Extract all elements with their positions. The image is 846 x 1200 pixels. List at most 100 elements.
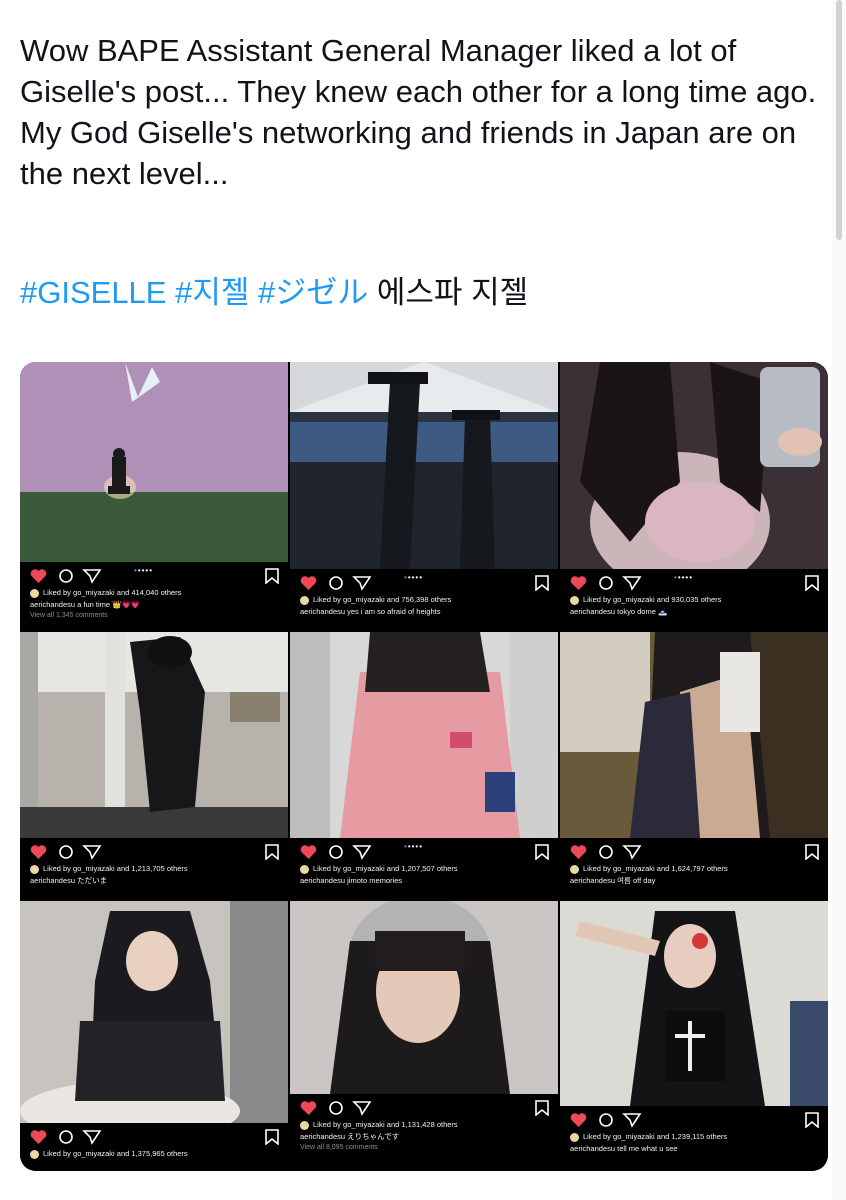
heart-icon bbox=[30, 569, 47, 583]
heart-icon bbox=[300, 576, 317, 590]
heart-icon bbox=[30, 845, 47, 859]
liker-avatar bbox=[30, 864, 39, 874]
instagram-post-8[interactable]: Liked by go_miyazaki and 1,131,428 other… bbox=[290, 901, 558, 1171]
instagram-post-6[interactable]: Liked by go_miyazaki and 1,624,797 other… bbox=[560, 632, 828, 900]
liker-avatar bbox=[300, 595, 309, 605]
liked-by-text: Liked by go_miyazaki and 1,207,507 other… bbox=[313, 864, 458, 873]
post-caption: aerichandesu ただいま bbox=[30, 876, 108, 885]
post-bar-7: Liked by go_miyazaki and 1,375,965 other… bbox=[20, 1123, 288, 1171]
instagram-post-7[interactable]: Liked by go_miyazaki and 1,375,965 other… bbox=[20, 901, 288, 1171]
instagram-post-1[interactable]: ••••• Liked by go_miyazaki and 414,040 o… bbox=[20, 362, 288, 631]
liker-avatar bbox=[570, 1132, 579, 1142]
comment-icon bbox=[599, 576, 613, 590]
scrollbar[interactable] bbox=[832, 0, 846, 1200]
share-icon bbox=[82, 569, 102, 584]
comment-icon bbox=[599, 845, 613, 859]
post-photo-9 bbox=[560, 901, 828, 1106]
liker-avatar bbox=[30, 1149, 39, 1159]
post-bar-1: ••••• Liked by go_miyazaki and 414,040 o… bbox=[20, 562, 288, 631]
instagram-post-2[interactable]: ••••• Liked by go_miyazaki and 756,398 o… bbox=[290, 362, 558, 631]
post-bar-8: Liked by go_miyazaki and 1,131,428 other… bbox=[290, 1094, 558, 1171]
heart-icon bbox=[570, 845, 587, 859]
post-photo-2 bbox=[290, 362, 558, 569]
liked-by-text: Liked by go_miyazaki and 1,375,965 other… bbox=[43, 1149, 188, 1158]
post-actions-1 bbox=[30, 568, 279, 584]
instagram-post-3[interactable]: ••••• Liked by go_miyazaki and 930,035 o… bbox=[560, 362, 828, 631]
hashtag-giselle[interactable]: #GISELLE bbox=[20, 275, 166, 310]
carousel-dots: ••••• bbox=[404, 842, 424, 851]
liked-by-text: Liked by go_miyazaki and 1,131,428 other… bbox=[313, 1120, 458, 1129]
liked-by-text: Liked by go_miyazaki and 930,035 others bbox=[583, 595, 722, 604]
comment-icon bbox=[599, 1113, 613, 1127]
bookmark-icon bbox=[265, 1129, 279, 1145]
bookmark-icon bbox=[535, 575, 549, 591]
tweet-media-grid[interactable]: ••••• Liked by go_miyazaki and 414,040 o… bbox=[20, 362, 828, 1171]
post-bar-4: Liked by go_miyazaki and 1,213,705 other… bbox=[20, 838, 288, 900]
bookmark-icon bbox=[535, 844, 549, 860]
heart-icon bbox=[570, 1113, 587, 1127]
heart-icon bbox=[300, 845, 317, 859]
post-photo-4 bbox=[20, 632, 288, 838]
liker-avatar bbox=[570, 595, 579, 605]
post-photo-6 bbox=[560, 632, 828, 838]
bookmark-icon bbox=[805, 1112, 819, 1128]
share-icon bbox=[82, 1130, 102, 1145]
tweet-hashtags: #GISELLE #지젤 #ジゼル 에스파 지젤 bbox=[20, 272, 830, 313]
share-icon bbox=[352, 576, 372, 591]
carousel-dots: ••••• bbox=[674, 573, 694, 582]
carousel-dots: ••••• bbox=[134, 566, 154, 575]
post-photo-5 bbox=[290, 632, 558, 838]
hashtag-trailing-text: 에스파 지젤 bbox=[376, 275, 529, 310]
comment-icon bbox=[329, 845, 343, 859]
share-icon bbox=[622, 845, 642, 860]
liked-by-text: Liked by go_miyazaki and 1,239,115 other… bbox=[583, 1132, 728, 1141]
share-icon bbox=[352, 845, 372, 860]
comment-icon bbox=[59, 1130, 73, 1144]
share-icon bbox=[622, 576, 642, 591]
post-caption: aerichandesu えりちゃんです bbox=[300, 1132, 400, 1141]
carousel-dots: ••••• bbox=[404, 573, 424, 582]
liked-by-text: Liked by go_miyazaki and 756,398 others bbox=[313, 595, 452, 604]
comment-icon bbox=[329, 576, 343, 590]
liked-by-text: Liked by go_miyazaki and 1,624,797 other… bbox=[583, 864, 728, 873]
post-photo-8 bbox=[290, 901, 558, 1094]
post-bar-5: ••••• Liked by go_miyazaki and 1,207,507… bbox=[290, 838, 558, 900]
instagram-post-9[interactable]: Liked by go_miyazaki and 1,239,115 other… bbox=[560, 901, 828, 1171]
liked-by-text: Liked by go_miyazaki and 1,213,705 other… bbox=[43, 864, 188, 873]
post-caption: aerichandesu a fun time 👑💗💗 bbox=[30, 600, 141, 609]
instagram-post-5[interactable]: ••••• Liked by go_miyazaki and 1,207,507… bbox=[290, 632, 558, 900]
hashtag-korean[interactable]: #지젤 bbox=[175, 275, 249, 310]
bookmark-icon bbox=[265, 568, 279, 584]
post-bar-2: ••••• Liked by go_miyazaki and 756,398 o… bbox=[290, 569, 558, 631]
heart-icon bbox=[30, 1130, 47, 1144]
post-caption: aerichandesu tell me what u see bbox=[570, 1144, 678, 1153]
post-caption: aerichandesu 여름 off day bbox=[570, 876, 656, 885]
liker-avatar bbox=[300, 1120, 309, 1130]
hashtag-japanese[interactable]: #ジゼル bbox=[258, 275, 368, 310]
post-caption: aerichandesu tokyo dome 🗻 bbox=[570, 607, 668, 616]
post-bar-3: ••••• Liked by go_miyazaki and 930,035 o… bbox=[560, 569, 828, 631]
post-bar-6: Liked by go_miyazaki and 1,624,797 other… bbox=[560, 838, 828, 900]
bookmark-icon bbox=[805, 844, 819, 860]
view-all-comments[interactable]: View all 8,095 comments bbox=[300, 1143, 378, 1153]
liker-avatar bbox=[570, 864, 579, 874]
instagram-post-4[interactable]: Liked by go_miyazaki and 1,213,705 other… bbox=[20, 632, 288, 900]
comment-icon bbox=[59, 845, 73, 859]
comment-icon bbox=[59, 569, 73, 583]
bookmark-icon bbox=[535, 1100, 549, 1116]
post-caption: aerichandesu yes i am so afraid of heigh… bbox=[300, 607, 441, 616]
view-all-comments[interactable]: View all 1,345 comments bbox=[30, 611, 108, 621]
scroll-thumb[interactable] bbox=[836, 0, 842, 240]
liker-avatar bbox=[300, 864, 309, 874]
heart-icon bbox=[570, 576, 587, 590]
bookmark-icon bbox=[805, 575, 819, 591]
post-caption: aerichandesu jimoto memories bbox=[300, 876, 403, 885]
comment-icon bbox=[329, 1101, 343, 1115]
post-photo-7 bbox=[20, 901, 288, 1123]
post-photo-1 bbox=[20, 362, 288, 562]
share-icon bbox=[622, 1113, 642, 1128]
tweet-text: Wow BAPE Assistant General Manager liked… bbox=[20, 33, 817, 191]
bookmark-icon bbox=[265, 844, 279, 860]
post-photo-3 bbox=[560, 362, 828, 569]
heart-icon bbox=[300, 1101, 317, 1115]
